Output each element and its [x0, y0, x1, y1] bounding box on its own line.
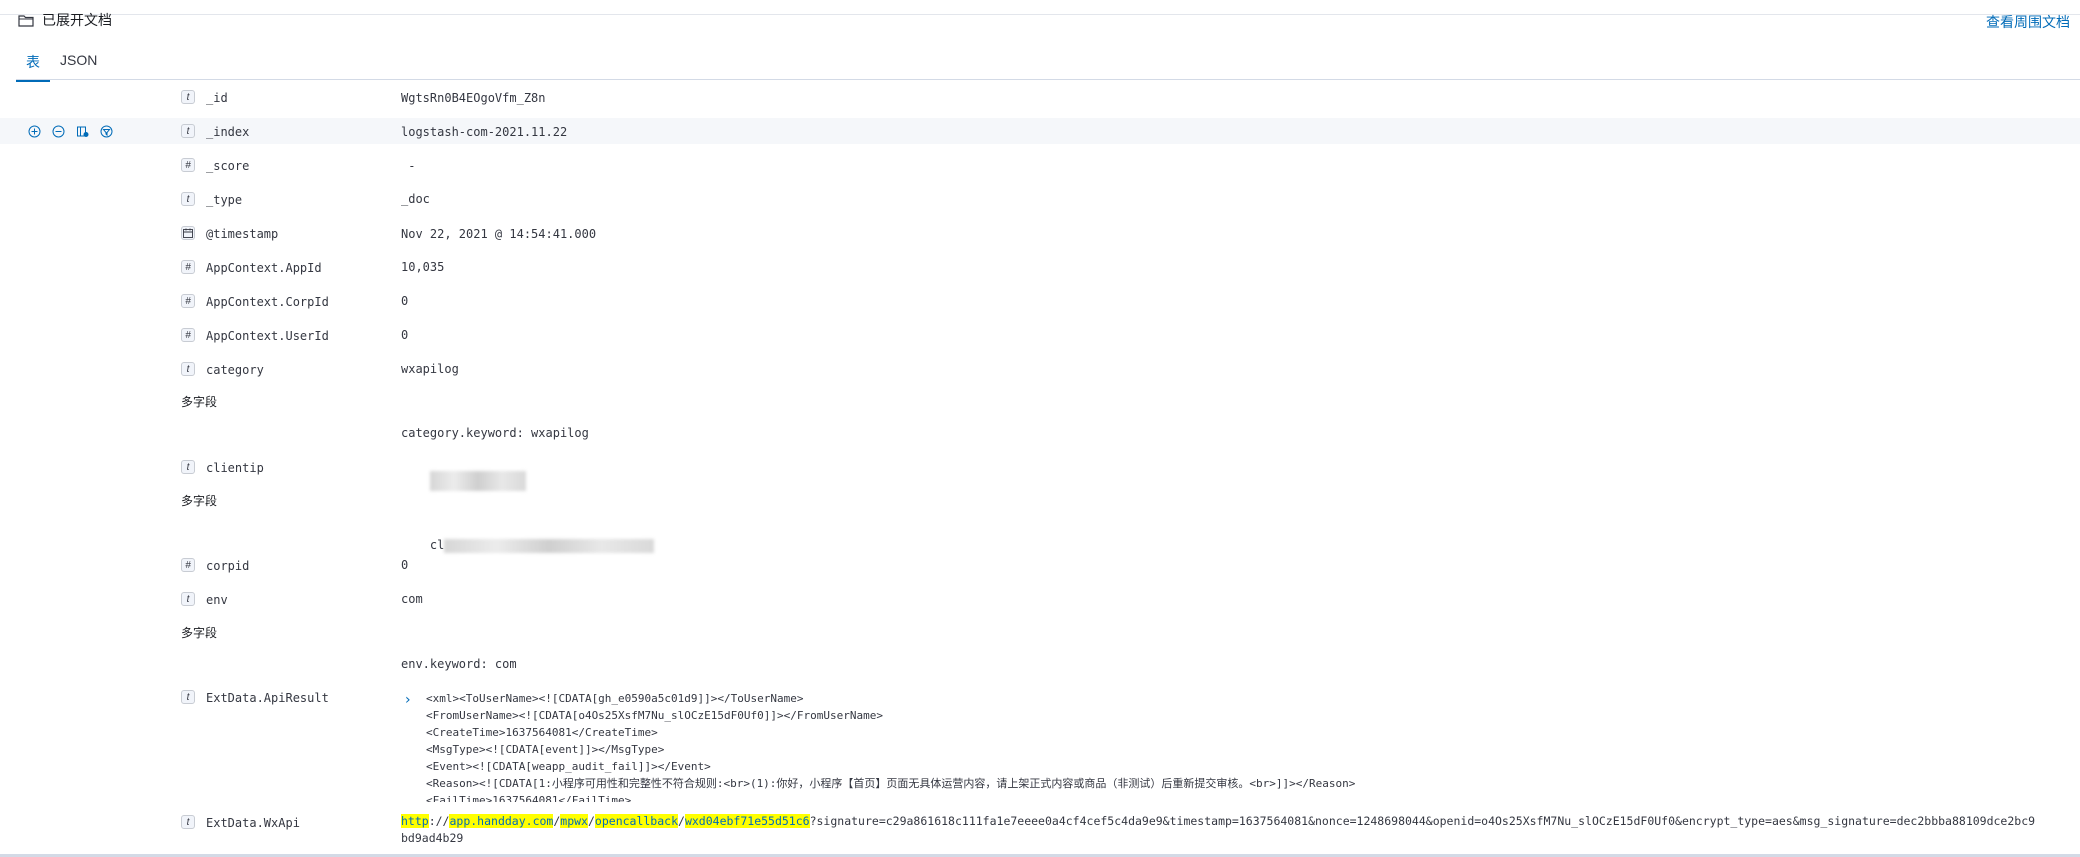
field-name: ExtData.ApiResult: [206, 691, 329, 705]
filter-for-value-icon[interactable]: [27, 124, 41, 138]
top-divider: [0, 14, 2080, 15]
field-name: category: [206, 363, 264, 377]
field-name: @timestamp: [206, 227, 279, 241]
field-value: 0: [401, 294, 409, 308]
row-actions: [27, 124, 113, 138]
url-segment[interactable]: opencallback: [594, 814, 679, 828]
string-type-icon: t: [181, 124, 195, 138]
xml-line: <CreateTime>1637564081</CreateTime>: [426, 726, 658, 739]
table-row: # AppContext.AppId 10,035: [0, 257, 2080, 281]
table-row: # AppContext.CorpId 0: [0, 291, 2080, 315]
table-row: # AppContext.UserId 0: [0, 325, 2080, 349]
table-row: t _type _doc: [0, 189, 2080, 213]
url-line-2: bd9ad4b29: [401, 831, 464, 845]
string-type-icon: t: [181, 690, 195, 704]
number-type-icon: #: [181, 260, 195, 274]
table-row: t clientip: [0, 457, 2080, 491]
field-name: _score: [206, 159, 250, 173]
table-row: category.keyword: wxapilog: [0, 424, 2080, 444]
field-name: _id: [206, 91, 228, 105]
field-name: corpid: [206, 559, 250, 573]
field-value: 10,035: [401, 260, 445, 274]
field-value: com: [401, 592, 423, 606]
url-sep: ://: [428, 814, 450, 828]
table-row: t category wxapilog: [0, 359, 2080, 383]
multi-field-value: env.keyword: com: [401, 657, 517, 671]
url-segment[interactable]: mpwx: [560, 814, 588, 828]
field-value: _doc: [401, 192, 430, 206]
expanded-doc-header: 已展开文档: [18, 10, 112, 30]
multi-field-label: 多字段: [181, 626, 218, 640]
url-segment[interactable]: wxd04ebf71e55d51c6: [684, 814, 810, 828]
field-name: AppContext.AppId: [206, 261, 322, 275]
xml-line: <MsgType><![CDATA[event]]></MsgType>: [426, 743, 665, 756]
field-value: Nov 22, 2021 @ 14:54:41.000: [401, 227, 597, 241]
url-scheme[interactable]: http: [401, 814, 429, 828]
field-name: env: [206, 593, 228, 607]
url-query: ?signature=c29a861618c111fa1e7eeee0a4cf4…: [809, 814, 2036, 828]
number-type-icon: #: [181, 294, 195, 308]
string-type-icon: t: [181, 362, 195, 376]
tab-json[interactable]: JSON: [50, 52, 107, 82]
table-row: @timestamp Nov 22, 2021 @ 14:54:41.000: [0, 223, 2080, 247]
field-name: _index: [206, 125, 250, 139]
toggle-column-icon[interactable]: [75, 124, 89, 138]
wxapi-url: http://app.handday.com/mpwx/opencallback…: [401, 813, 2080, 847]
field-value-redacted: [401, 457, 526, 505]
xml-line: <FromUserName><![CDATA[o4Os25XsfM7Nu_slO…: [426, 709, 883, 722]
field-name: ExtData.WxApi: [206, 816, 300, 830]
filter-out-value-icon[interactable]: [51, 124, 65, 138]
field-value: WgtsRn0B4EOgoVfm_Z8n: [401, 91, 546, 105]
table-row: env.keyword: com: [0, 655, 2080, 675]
table-row: t _index logstash-com-2021.11.22: [0, 118, 2080, 144]
page-title: 已展开文档: [42, 12, 112, 28]
field-name: clientip: [206, 461, 264, 475]
multi-field-value: category.keyword: wxapilog: [401, 426, 589, 440]
string-type-icon: t: [181, 815, 195, 829]
expand-chevron-icon[interactable]: ›: [405, 692, 411, 708]
view-surrounding-docs-link[interactable]: 查看周围文档: [1986, 12, 2070, 32]
table-row: cl: [0, 522, 2080, 553]
url-host[interactable]: app.handday.com: [449, 814, 554, 828]
api-result-xml: <xml><ToUserName><![CDATA[gh_e0590a5c01d…: [426, 690, 2046, 802]
table-row: # _score -: [0, 155, 2080, 179]
field-value: 0: [401, 328, 409, 342]
field-name: _type: [206, 193, 243, 207]
string-type-icon: t: [181, 592, 195, 606]
number-type-icon: #: [181, 328, 195, 342]
tab-table[interactable]: 表: [16, 52, 50, 82]
multi-field-label: 多字段: [181, 494, 218, 508]
table-row: # corpid 0: [0, 555, 2080, 579]
redacted-block: [444, 538, 655, 553]
field-name: AppContext.CorpId: [206, 295, 329, 309]
field-value: logstash-com-2021.11.22: [401, 125, 568, 139]
multi-field-prefix: cl: [429, 538, 445, 552]
number-type-icon: #: [181, 158, 195, 172]
xml-line: <Reason><![CDATA[1:小程序可用性和完整性不符合规则:<br>(…: [426, 777, 1356, 790]
number-type-icon: #: [181, 558, 195, 572]
table-row: t env com: [0, 589, 2080, 613]
string-type-icon: t: [181, 192, 195, 206]
field-value: wxapilog: [401, 362, 459, 376]
field-name: AppContext.UserId: [206, 329, 329, 343]
string-type-icon: t: [181, 460, 195, 474]
view-tabs: 表 JSON: [16, 52, 107, 82]
string-type-icon: t: [181, 90, 195, 104]
field-value: 0: [401, 558, 409, 572]
xml-line: <xml><ToUserName><![CDATA[gh_e0590a5c01d…: [426, 692, 804, 705]
field-value: -: [401, 159, 416, 173]
url-line-1: http://app.handday.com/mpwx/opencallback…: [401, 813, 2080, 830]
xml-line: <Event><![CDATA[weapp_audit_fail]]></Eve…: [426, 760, 711, 773]
xml-line: <FailTime>1637564081</FailTime>: [426, 794, 632, 802]
url-sep: /: [678, 814, 685, 828]
calendar-icon: [181, 226, 195, 240]
tab-divider: [16, 79, 2080, 80]
table-row: t _id WgtsRn0B4EOgoVfm_Z8n: [0, 85, 2080, 109]
filter-exists-icon[interactable]: [99, 124, 113, 138]
url-sep: /: [587, 814, 595, 828]
multi-field-label: 多字段: [181, 395, 218, 409]
folder-icon: [18, 14, 34, 27]
redacted-block: [429, 471, 526, 491]
